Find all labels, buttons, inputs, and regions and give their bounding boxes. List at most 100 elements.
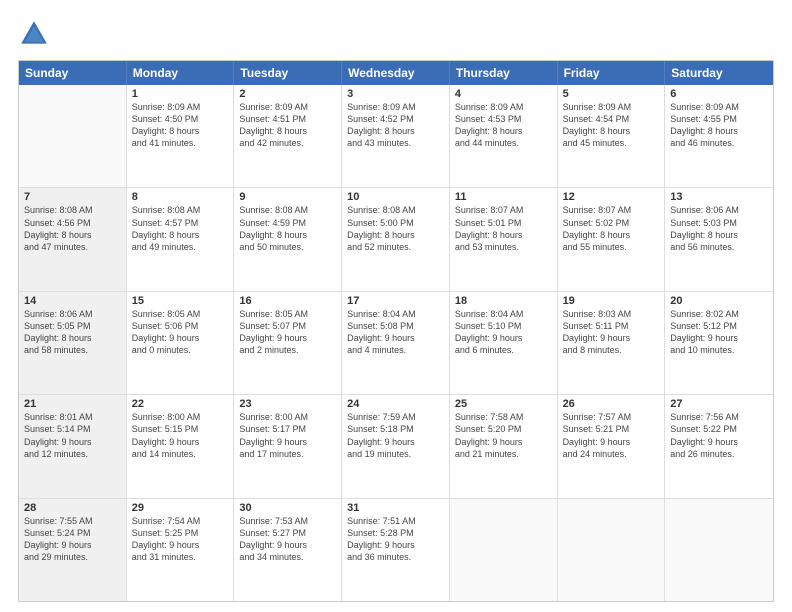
day-info: Sunrise: 7:57 AMSunset: 5:21 PMDaylight:… bbox=[563, 411, 660, 460]
day-number: 17 bbox=[347, 295, 444, 307]
calendar-header-row: SundayMondayTuesdayWednesdayThursdayFrid… bbox=[19, 61, 773, 85]
cal-cell-3-5: 26Sunrise: 7:57 AMSunset: 5:21 PMDayligh… bbox=[558, 395, 666, 497]
day-info: Sunrise: 8:09 AMSunset: 4:52 PMDaylight:… bbox=[347, 101, 444, 150]
day-info: Sunrise: 8:01 AMSunset: 5:14 PMDaylight:… bbox=[24, 411, 121, 460]
day-info: Sunrise: 8:05 AMSunset: 5:06 PMDaylight:… bbox=[132, 308, 229, 357]
cal-header-friday: Friday bbox=[558, 61, 666, 85]
logo bbox=[18, 18, 56, 50]
day-info: Sunrise: 8:04 AMSunset: 5:08 PMDaylight:… bbox=[347, 308, 444, 357]
cal-cell-3-0: 21Sunrise: 8:01 AMSunset: 5:14 PMDayligh… bbox=[19, 395, 127, 497]
cal-cell-3-2: 23Sunrise: 8:00 AMSunset: 5:17 PMDayligh… bbox=[234, 395, 342, 497]
cal-row-4: 28Sunrise: 7:55 AMSunset: 5:24 PMDayligh… bbox=[19, 499, 773, 601]
day-number: 27 bbox=[670, 398, 768, 410]
day-info: Sunrise: 8:06 AMSunset: 5:05 PMDaylight:… bbox=[24, 308, 121, 357]
cal-header-tuesday: Tuesday bbox=[234, 61, 342, 85]
cal-row-2: 14Sunrise: 8:06 AMSunset: 5:05 PMDayligh… bbox=[19, 292, 773, 395]
day-info: Sunrise: 8:09 AMSunset: 4:55 PMDaylight:… bbox=[670, 101, 768, 150]
day-number: 10 bbox=[347, 191, 444, 203]
cal-cell-2-3: 17Sunrise: 8:04 AMSunset: 5:08 PMDayligh… bbox=[342, 292, 450, 394]
day-info: Sunrise: 7:55 AMSunset: 5:24 PMDaylight:… bbox=[24, 515, 121, 564]
day-info: Sunrise: 8:05 AMSunset: 5:07 PMDaylight:… bbox=[239, 308, 336, 357]
day-number: 6 bbox=[670, 88, 768, 100]
day-info: Sunrise: 8:07 AMSunset: 5:02 PMDaylight:… bbox=[563, 204, 660, 253]
cal-row-3: 21Sunrise: 8:01 AMSunset: 5:14 PMDayligh… bbox=[19, 395, 773, 498]
day-number: 5 bbox=[563, 88, 660, 100]
cal-cell-1-4: 11Sunrise: 8:07 AMSunset: 5:01 PMDayligh… bbox=[450, 188, 558, 290]
cal-cell-4-3: 31Sunrise: 7:51 AMSunset: 5:28 PMDayligh… bbox=[342, 499, 450, 601]
cal-cell-2-2: 16Sunrise: 8:05 AMSunset: 5:07 PMDayligh… bbox=[234, 292, 342, 394]
cal-cell-0-1: 1Sunrise: 8:09 AMSunset: 4:50 PMDaylight… bbox=[127, 85, 235, 187]
day-number: 26 bbox=[563, 398, 660, 410]
cal-cell-1-5: 12Sunrise: 8:07 AMSunset: 5:02 PMDayligh… bbox=[558, 188, 666, 290]
day-number: 4 bbox=[455, 88, 552, 100]
day-number: 11 bbox=[455, 191, 552, 203]
logo-icon bbox=[18, 18, 50, 50]
cal-header-wednesday: Wednesday bbox=[342, 61, 450, 85]
cal-cell-2-4: 18Sunrise: 8:04 AMSunset: 5:10 PMDayligh… bbox=[450, 292, 558, 394]
cal-cell-1-0: 7Sunrise: 8:08 AMSunset: 4:56 PMDaylight… bbox=[19, 188, 127, 290]
cal-cell-0-6: 6Sunrise: 8:09 AMSunset: 4:55 PMDaylight… bbox=[665, 85, 773, 187]
cal-cell-3-6: 27Sunrise: 7:56 AMSunset: 5:22 PMDayligh… bbox=[665, 395, 773, 497]
page: SundayMondayTuesdayWednesdayThursdayFrid… bbox=[0, 0, 792, 612]
cal-header-thursday: Thursday bbox=[450, 61, 558, 85]
cal-cell-0-4: 4Sunrise: 8:09 AMSunset: 4:53 PMDaylight… bbox=[450, 85, 558, 187]
cal-cell-4-0: 28Sunrise: 7:55 AMSunset: 5:24 PMDayligh… bbox=[19, 499, 127, 601]
day-number: 3 bbox=[347, 88, 444, 100]
cal-cell-2-5: 19Sunrise: 8:03 AMSunset: 5:11 PMDayligh… bbox=[558, 292, 666, 394]
day-info: Sunrise: 7:53 AMSunset: 5:27 PMDaylight:… bbox=[239, 515, 336, 564]
day-info: Sunrise: 8:09 AMSunset: 4:54 PMDaylight:… bbox=[563, 101, 660, 150]
cal-cell-3-1: 22Sunrise: 8:00 AMSunset: 5:15 PMDayligh… bbox=[127, 395, 235, 497]
cal-cell-4-1: 29Sunrise: 7:54 AMSunset: 5:25 PMDayligh… bbox=[127, 499, 235, 601]
cal-cell-1-3: 10Sunrise: 8:08 AMSunset: 5:00 PMDayligh… bbox=[342, 188, 450, 290]
cal-cell-0-5: 5Sunrise: 8:09 AMSunset: 4:54 PMDaylight… bbox=[558, 85, 666, 187]
cal-cell-4-6 bbox=[665, 499, 773, 601]
cal-cell-0-3: 3Sunrise: 8:09 AMSunset: 4:52 PMDaylight… bbox=[342, 85, 450, 187]
day-number: 22 bbox=[132, 398, 229, 410]
header bbox=[18, 18, 774, 50]
day-info: Sunrise: 8:06 AMSunset: 5:03 PMDaylight:… bbox=[670, 204, 768, 253]
cal-cell-4-2: 30Sunrise: 7:53 AMSunset: 5:27 PMDayligh… bbox=[234, 499, 342, 601]
cal-cell-2-6: 20Sunrise: 8:02 AMSunset: 5:12 PMDayligh… bbox=[665, 292, 773, 394]
day-info: Sunrise: 8:00 AMSunset: 5:15 PMDaylight:… bbox=[132, 411, 229, 460]
cal-cell-3-4: 25Sunrise: 7:58 AMSunset: 5:20 PMDayligh… bbox=[450, 395, 558, 497]
day-number: 25 bbox=[455, 398, 552, 410]
day-number: 31 bbox=[347, 502, 444, 514]
day-info: Sunrise: 8:09 AMSunset: 4:51 PMDaylight:… bbox=[239, 101, 336, 150]
day-number: 13 bbox=[670, 191, 768, 203]
day-info: Sunrise: 8:08 AMSunset: 5:00 PMDaylight:… bbox=[347, 204, 444, 253]
cal-cell-4-4 bbox=[450, 499, 558, 601]
day-info: Sunrise: 8:08 AMSunset: 4:56 PMDaylight:… bbox=[24, 204, 121, 253]
day-info: Sunrise: 8:07 AMSunset: 5:01 PMDaylight:… bbox=[455, 204, 552, 253]
cal-cell-0-2: 2Sunrise: 8:09 AMSunset: 4:51 PMDaylight… bbox=[234, 85, 342, 187]
day-number: 21 bbox=[24, 398, 121, 410]
day-info: Sunrise: 8:04 AMSunset: 5:10 PMDaylight:… bbox=[455, 308, 552, 357]
cal-row-0: 1Sunrise: 8:09 AMSunset: 4:50 PMDaylight… bbox=[19, 85, 773, 188]
day-number: 15 bbox=[132, 295, 229, 307]
day-number: 18 bbox=[455, 295, 552, 307]
day-number: 16 bbox=[239, 295, 336, 307]
day-info: Sunrise: 8:08 AMSunset: 4:59 PMDaylight:… bbox=[239, 204, 336, 253]
cal-header-sunday: Sunday bbox=[19, 61, 127, 85]
cal-cell-2-1: 15Sunrise: 8:05 AMSunset: 5:06 PMDayligh… bbox=[127, 292, 235, 394]
day-info: Sunrise: 8:09 AMSunset: 4:50 PMDaylight:… bbox=[132, 101, 229, 150]
cal-cell-1-2: 9Sunrise: 8:08 AMSunset: 4:59 PMDaylight… bbox=[234, 188, 342, 290]
day-info: Sunrise: 7:54 AMSunset: 5:25 PMDaylight:… bbox=[132, 515, 229, 564]
day-number: 7 bbox=[24, 191, 121, 203]
day-info: Sunrise: 8:03 AMSunset: 5:11 PMDaylight:… bbox=[563, 308, 660, 357]
cal-cell-4-5 bbox=[558, 499, 666, 601]
day-number: 12 bbox=[563, 191, 660, 203]
day-info: Sunrise: 7:56 AMSunset: 5:22 PMDaylight:… bbox=[670, 411, 768, 460]
cal-row-1: 7Sunrise: 8:08 AMSunset: 4:56 PMDaylight… bbox=[19, 188, 773, 291]
cal-cell-0-0 bbox=[19, 85, 127, 187]
cal-cell-3-3: 24Sunrise: 7:59 AMSunset: 5:18 PMDayligh… bbox=[342, 395, 450, 497]
day-number: 24 bbox=[347, 398, 444, 410]
day-info: Sunrise: 7:51 AMSunset: 5:28 PMDaylight:… bbox=[347, 515, 444, 564]
day-number: 19 bbox=[563, 295, 660, 307]
day-number: 8 bbox=[132, 191, 229, 203]
day-info: Sunrise: 8:02 AMSunset: 5:12 PMDaylight:… bbox=[670, 308, 768, 357]
calendar: SundayMondayTuesdayWednesdayThursdayFrid… bbox=[18, 60, 774, 602]
day-info: Sunrise: 7:58 AMSunset: 5:20 PMDaylight:… bbox=[455, 411, 552, 460]
day-number: 23 bbox=[239, 398, 336, 410]
cal-header-monday: Monday bbox=[127, 61, 235, 85]
day-number: 28 bbox=[24, 502, 121, 514]
